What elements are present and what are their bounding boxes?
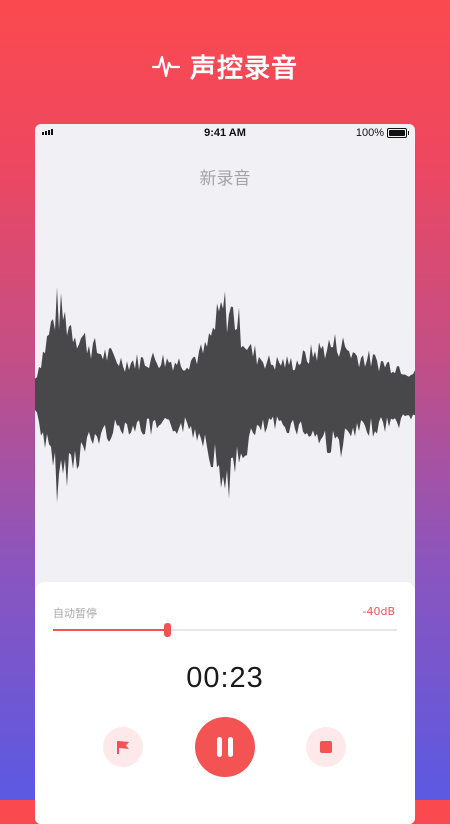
waveform-shape bbox=[35, 287, 415, 503]
status-bar: 9:41 AM 100% bbox=[35, 124, 415, 142]
battery-icon bbox=[387, 128, 409, 138]
elapsed-timer: 00:23 bbox=[186, 662, 264, 694]
slider-thumb[interactable] bbox=[163, 623, 171, 637]
pause-button[interactable] bbox=[195, 717, 255, 777]
slider-fill bbox=[53, 629, 167, 631]
phone-screen: 9:41 AM 100% 新录音 自动暂停 -40dB 00:23 bbox=[35, 124, 415, 824]
pulse-icon bbox=[151, 52, 180, 80]
auto-pause-label: 自动暂停 bbox=[53, 607, 97, 620]
waveform bbox=[35, 287, 415, 503]
control-panel: 自动暂停 -40dB 00:23 bbox=[35, 582, 415, 824]
stop-button[interactable] bbox=[306, 727, 346, 767]
flag-icon bbox=[117, 741, 129, 754]
threshold-value: -40dB bbox=[362, 605, 396, 618]
app-title: 声控录音 bbox=[189, 53, 298, 84]
flag-button[interactable] bbox=[103, 727, 143, 767]
battery-percent: 100% bbox=[355, 127, 384, 139]
battery-indicator: 100% bbox=[355, 127, 409, 139]
threshold-slider[interactable] bbox=[53, 620, 397, 640]
pause-icon bbox=[217, 737, 233, 757]
app-header: 声控录音 bbox=[0, 44, 450, 88]
recording-title: 新录音 bbox=[199, 169, 251, 189]
stop-icon bbox=[320, 741, 332, 753]
